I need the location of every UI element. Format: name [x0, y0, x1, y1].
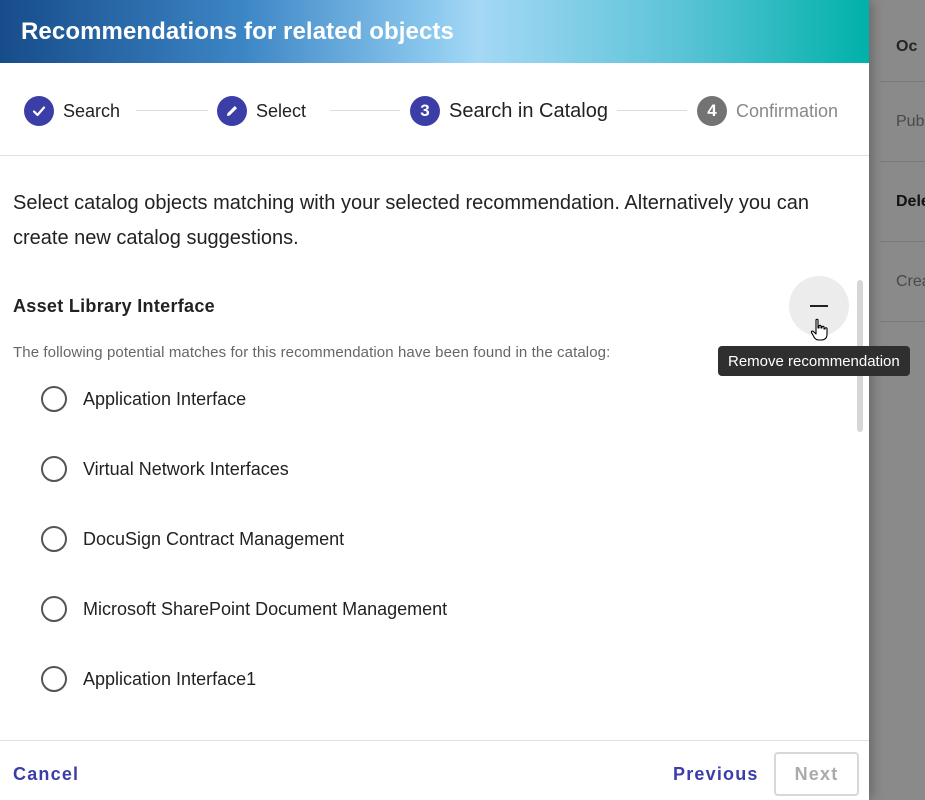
radio-button[interactable]	[41, 666, 67, 692]
step-label-select: Select	[256, 100, 307, 121]
option-label: Application Interface	[83, 389, 247, 409]
step-connector	[617, 110, 687, 111]
step-search: Search	[24, 96, 120, 126]
cancel-button[interactable]: Cancel	[13, 764, 79, 785]
check-icon	[24, 96, 54, 126]
step-number: 3	[410, 96, 440, 126]
step-connector	[330, 110, 400, 111]
option-label: Application Interface1	[83, 669, 257, 689]
radio-button[interactable]	[41, 596, 67, 622]
stepper: Search Select 3 Search in Catalog 4 Conf…	[0, 63, 869, 156]
dialog-title: Recommendations for related objects	[21, 17, 454, 45]
step-search-in-catalog: 3 Search in Catalog	[410, 96, 608, 126]
step-label-search: Search	[63, 100, 121, 121]
step-select: Select	[217, 96, 306, 126]
radio-button[interactable]	[41, 456, 67, 482]
pencil-icon	[217, 96, 247, 126]
option-label: Virtual Network Interfaces	[83, 459, 289, 479]
step-connector	[136, 110, 208, 111]
radio-button[interactable]	[41, 386, 67, 412]
recommendations-dialog: Recommendations for related objects Sear…	[0, 0, 869, 800]
intro-text: Select catalog objects matching with you…	[13, 192, 809, 249]
list-item[interactable]: DocuSign Contract Management	[41, 526, 447, 596]
list-item[interactable]: Microsoft SharePoint Document Management	[41, 596, 447, 666]
step-label-search-in-catalog: Search in Catalog	[449, 99, 608, 122]
dialog-header: Recommendations for related objects	[0, 0, 869, 63]
minus-icon	[810, 305, 828, 307]
matches-hint: The following potential matches for this…	[13, 344, 611, 361]
step-number: 4	[697, 96, 727, 126]
list-item[interactable]: Virtual Network Interfaces	[41, 456, 447, 526]
option-label: DocuSign Contract Management	[83, 529, 345, 549]
step-confirmation: 4 Confirmation	[697, 96, 838, 126]
match-options: Application Interface Virtual Network In…	[41, 386, 447, 736]
step-label-confirmation: Confirmation	[736, 100, 839, 121]
option-label: Microsoft SharePoint Document Management	[83, 599, 448, 619]
hand-cursor-icon	[810, 318, 828, 341]
next-button[interactable]: Next	[774, 752, 859, 796]
remove-recommendation-tooltip: Remove recommendation	[718, 346, 910, 376]
list-item[interactable]: Application Interface1	[41, 666, 447, 736]
dialog-content: Select catalog objects matching with you…	[0, 156, 869, 740]
previous-button[interactable]: Previous	[673, 764, 759, 785]
radio-button[interactable]	[41, 526, 67, 552]
recommendation-title: Asset Library Interface	[13, 296, 215, 316]
list-item[interactable]: Application Interface	[41, 386, 447, 456]
dialog-footer: Cancel Previous Next	[0, 740, 869, 800]
